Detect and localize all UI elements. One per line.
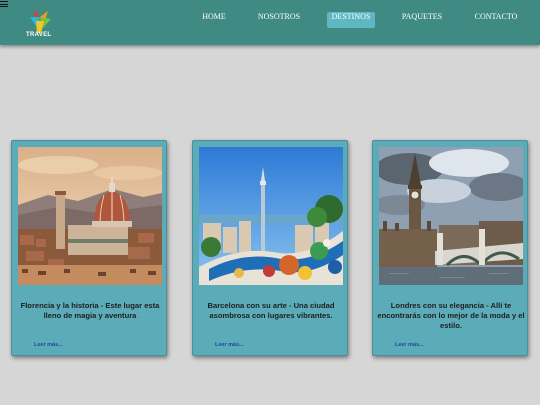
hamburger-menu-icon[interactable] xyxy=(0,1,8,7)
read-more-link[interactable]: Leer más... xyxy=(395,342,424,348)
read-more-link[interactable]: Leer más... xyxy=(215,342,244,348)
florence-cathedral-image xyxy=(18,147,162,285)
nav-nosotros[interactable]: NOSOTROS xyxy=(254,12,304,28)
destination-card-barcelona: Barcelona con su arte - Una ciudad asomb… xyxy=(192,140,348,356)
barcelona-park-guell-image xyxy=(199,147,343,285)
read-more-link[interactable]: Leer más... xyxy=(34,342,63,348)
nav-home[interactable]: HOME xyxy=(198,12,230,28)
nav-paquetes[interactable]: PAQUETES xyxy=(398,12,446,28)
card-description: Florencia y la historia - Este lugar est… xyxy=(20,301,160,320)
nav-destinos[interactable]: DESTINOS xyxy=(327,12,375,28)
london-big-ben-image xyxy=(379,147,523,285)
card-description: Londres con su elegancia - Allí te encon… xyxy=(377,301,525,330)
card-description: Barcelona con su arte - Una ciudad asomb… xyxy=(207,301,335,320)
logo-text: TRAVEL xyxy=(26,32,52,38)
nav-contacto[interactable]: CONTACTO xyxy=(472,12,520,28)
destination-card-florencia: Florencia y la historia - Este lugar est… xyxy=(11,140,167,356)
destination-card-londres: Londres con su elegancia - Allí te encon… xyxy=(372,140,528,356)
main-nav: HOME NOSOTROS DESTINOS PAQUETES CONTACTO xyxy=(0,12,540,28)
top-navbar: TRAVEL HOME NOSOTROS DESTINOS PAQUETES C… xyxy=(0,0,540,45)
